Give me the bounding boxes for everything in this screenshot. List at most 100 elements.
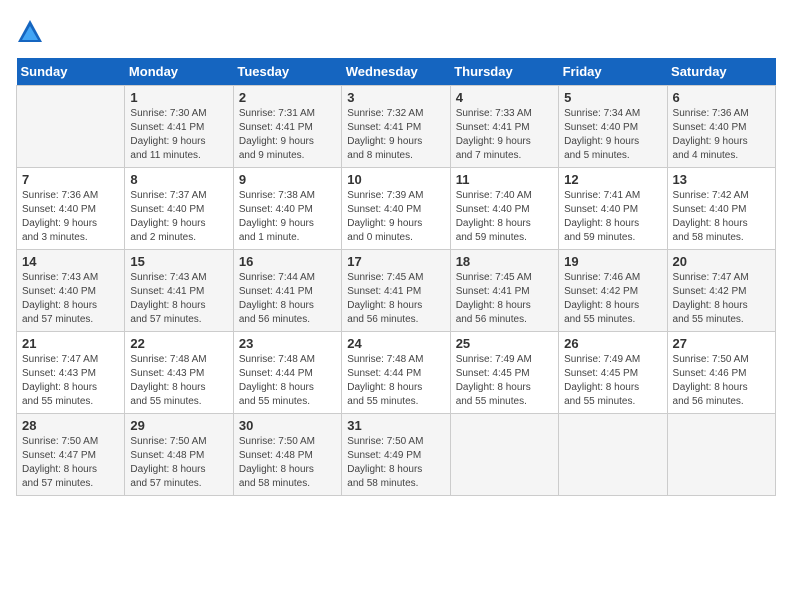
day-header-saturday: Saturday: [667, 58, 775, 86]
day-cell: [17, 86, 125, 168]
day-number: 15: [130, 254, 227, 269]
day-detail: Sunrise: 7:40 AM Sunset: 4:40 PM Dayligh…: [456, 189, 553, 245]
day-number: 18: [456, 254, 553, 269]
day-detail: Sunrise: 7:48 AM Sunset: 4:43 PM Dayligh…: [130, 353, 227, 409]
day-number: 22: [130, 336, 227, 351]
day-cell: 22 Sunrise: 7:48 AM Sunset: 4:43 PM Dayli…: [125, 332, 233, 414]
day-number: 2: [239, 90, 336, 105]
day-cell: 16 Sunrise: 7:44 AM Sunset: 4:41 PM Dayli…: [233, 250, 341, 332]
day-cell: 9 Sunrise: 7:38 AM Sunset: 4:40 PM Daylig…: [233, 168, 341, 250]
day-number: 31: [347, 418, 444, 433]
day-number: 30: [239, 418, 336, 433]
day-cell: 6 Sunrise: 7:36 AM Sunset: 4:40 PM Daylig…: [667, 86, 775, 168]
day-detail: Sunrise: 7:32 AM Sunset: 4:41 PM Dayligh…: [347, 107, 444, 163]
day-number: 20: [673, 254, 770, 269]
day-number: 11: [456, 172, 553, 187]
day-cell: 8 Sunrise: 7:37 AM Sunset: 4:40 PM Daylig…: [125, 168, 233, 250]
day-number: 3: [347, 90, 444, 105]
week-row-2: 7Sunrise: 7:36 AM Sunset: 4:40 PM Daylig…: [17, 168, 776, 250]
day-cell: 19Sunrise: 7:46 AM Sunset: 4:42 PM Dayli…: [559, 250, 667, 332]
day-cell: 10 Sunrise: 7:39 AM Sunset: 4:40 PM Dayli…: [342, 168, 450, 250]
day-cell: 13Sunrise: 7:42 AM Sunset: 4:40 PM Dayli…: [667, 168, 775, 250]
day-number: 24: [347, 336, 444, 351]
day-detail: Sunrise: 7:47 AM Sunset: 4:42 PM Dayligh…: [673, 271, 770, 327]
day-detail: Sunrise: 7:46 AM Sunset: 4:42 PM Dayligh…: [564, 271, 661, 327]
day-cell: 5 Sunrise: 7:34 AM Sunset: 4:40 PM Daylig…: [559, 86, 667, 168]
day-number: 21: [22, 336, 119, 351]
logo-icon: [16, 18, 44, 46]
day-cell: 31Sunrise: 7:50 AM Sunset: 4:49 PM Dayli…: [342, 414, 450, 496]
day-cell: 21 Sunrise: 7:47 AM Sunset: 4:43 PM Dayli…: [17, 332, 125, 414]
logo: [16, 16, 48, 46]
day-header-friday: Friday: [559, 58, 667, 86]
day-cell: 28 Sunrise: 7:50 AM Sunset: 4:47 PM Dayli…: [17, 414, 125, 496]
page-header: [16, 16, 776, 46]
day-detail: Sunrise: 7:41 AM Sunset: 4:40 PM Dayligh…: [564, 189, 661, 245]
calendar-table: SundayMondayTuesdayWednesdayThursdayFrid…: [16, 58, 776, 496]
day-detail: Sunrise: 7:38 AM Sunset: 4:40 PM Dayligh…: [239, 189, 336, 245]
week-row-1: 1 Sunrise: 7:30 AM Sunset: 4:41 PM Daylig…: [17, 86, 776, 168]
day-number: 10: [347, 172, 444, 187]
day-number: 16: [239, 254, 336, 269]
day-detail: Sunrise: 7:31 AM Sunset: 4:41 PM Dayligh…: [239, 107, 336, 163]
day-number: 23: [239, 336, 336, 351]
days-header-row: SundayMondayTuesdayWednesdayThursdayFrid…: [17, 58, 776, 86]
week-row-5: 28 Sunrise: 7:50 AM Sunset: 4:47 PM Dayli…: [17, 414, 776, 496]
day-detail: Sunrise: 7:48 AM Sunset: 4:44 PM Dayligh…: [239, 353, 336, 409]
day-cell: 26Sunrise: 7:49 AM Sunset: 4:45 PM Dayli…: [559, 332, 667, 414]
day-detail: Sunrise: 7:45 AM Sunset: 4:41 PM Dayligh…: [347, 271, 444, 327]
day-cell: [559, 414, 667, 496]
day-detail: Sunrise: 7:30 AM Sunset: 4:41 PM Dayligh…: [130, 107, 227, 163]
day-cell: 18Sunrise: 7:45 AM Sunset: 4:41 PM Dayli…: [450, 250, 558, 332]
day-detail: Sunrise: 7:49 AM Sunset: 4:45 PM Dayligh…: [456, 353, 553, 409]
day-cell: 2 Sunrise: 7:31 AM Sunset: 4:41 PM Daylig…: [233, 86, 341, 168]
day-header-monday: Monday: [125, 58, 233, 86]
day-number: 8: [130, 172, 227, 187]
day-number: 12: [564, 172, 661, 187]
day-detail: Sunrise: 7:42 AM Sunset: 4:40 PM Dayligh…: [673, 189, 770, 245]
day-detail: Sunrise: 7:50 AM Sunset: 4:48 PM Dayligh…: [239, 435, 336, 491]
day-header-tuesday: Tuesday: [233, 58, 341, 86]
day-number: 26: [564, 336, 661, 351]
day-cell: 23 Sunrise: 7:48 AM Sunset: 4:44 PM Dayli…: [233, 332, 341, 414]
day-header-sunday: Sunday: [17, 58, 125, 86]
day-number: 5: [564, 90, 661, 105]
day-detail: Sunrise: 7:34 AM Sunset: 4:40 PM Dayligh…: [564, 107, 661, 163]
day-detail: Sunrise: 7:36 AM Sunset: 4:40 PM Dayligh…: [673, 107, 770, 163]
day-detail: Sunrise: 7:50 AM Sunset: 4:48 PM Dayligh…: [130, 435, 227, 491]
day-cell: 4Sunrise: 7:33 AM Sunset: 4:41 PM Daylig…: [450, 86, 558, 168]
day-cell: 7Sunrise: 7:36 AM Sunset: 4:40 PM Daylig…: [17, 168, 125, 250]
week-row-4: 21 Sunrise: 7:47 AM Sunset: 4:43 PM Dayli…: [17, 332, 776, 414]
day-detail: Sunrise: 7:37 AM Sunset: 4:40 PM Dayligh…: [130, 189, 227, 245]
day-number: 29: [130, 418, 227, 433]
day-cell: 11 Sunrise: 7:40 AM Sunset: 4:40 PM Dayli…: [450, 168, 558, 250]
day-cell: [667, 414, 775, 496]
day-detail: Sunrise: 7:48 AM Sunset: 4:44 PM Dayligh…: [347, 353, 444, 409]
day-detail: Sunrise: 7:44 AM Sunset: 4:41 PM Dayligh…: [239, 271, 336, 327]
day-detail: Sunrise: 7:50 AM Sunset: 4:46 PM Dayligh…: [673, 353, 770, 409]
day-cell: 30 Sunrise: 7:50 AM Sunset: 4:48 PM Dayli…: [233, 414, 341, 496]
day-number: 1: [130, 90, 227, 105]
day-cell: 14Sunrise: 7:43 AM Sunset: 4:40 PM Dayli…: [17, 250, 125, 332]
day-number: 14: [22, 254, 119, 269]
day-detail: Sunrise: 7:43 AM Sunset: 4:41 PM Dayligh…: [130, 271, 227, 327]
day-cell: 29 Sunrise: 7:50 AM Sunset: 4:48 PM Dayli…: [125, 414, 233, 496]
day-number: 6: [673, 90, 770, 105]
day-cell: 24 Sunrise: 7:48 AM Sunset: 4:44 PM Dayli…: [342, 332, 450, 414]
day-cell: 1 Sunrise: 7:30 AM Sunset: 4:41 PM Daylig…: [125, 86, 233, 168]
day-number: 25: [456, 336, 553, 351]
day-cell: 17Sunrise: 7:45 AM Sunset: 4:41 PM Dayli…: [342, 250, 450, 332]
day-cell: [450, 414, 558, 496]
day-number: 28: [22, 418, 119, 433]
day-number: 9: [239, 172, 336, 187]
day-cell: 25 Sunrise: 7:49 AM Sunset: 4:45 PM Dayli…: [450, 332, 558, 414]
day-detail: Sunrise: 7:50 AM Sunset: 4:47 PM Dayligh…: [22, 435, 119, 491]
day-detail: Sunrise: 7:39 AM Sunset: 4:40 PM Dayligh…: [347, 189, 444, 245]
day-header-thursday: Thursday: [450, 58, 558, 86]
day-cell: 3 Sunrise: 7:32 AM Sunset: 4:41 PM Daylig…: [342, 86, 450, 168]
day-detail: Sunrise: 7:33 AM Sunset: 4:41 PM Dayligh…: [456, 107, 553, 163]
day-number: 7: [22, 172, 119, 187]
day-detail: Sunrise: 7:47 AM Sunset: 4:43 PM Dayligh…: [22, 353, 119, 409]
day-cell: 15 Sunrise: 7:43 AM Sunset: 4:41 PM Dayli…: [125, 250, 233, 332]
day-header-wednesday: Wednesday: [342, 58, 450, 86]
